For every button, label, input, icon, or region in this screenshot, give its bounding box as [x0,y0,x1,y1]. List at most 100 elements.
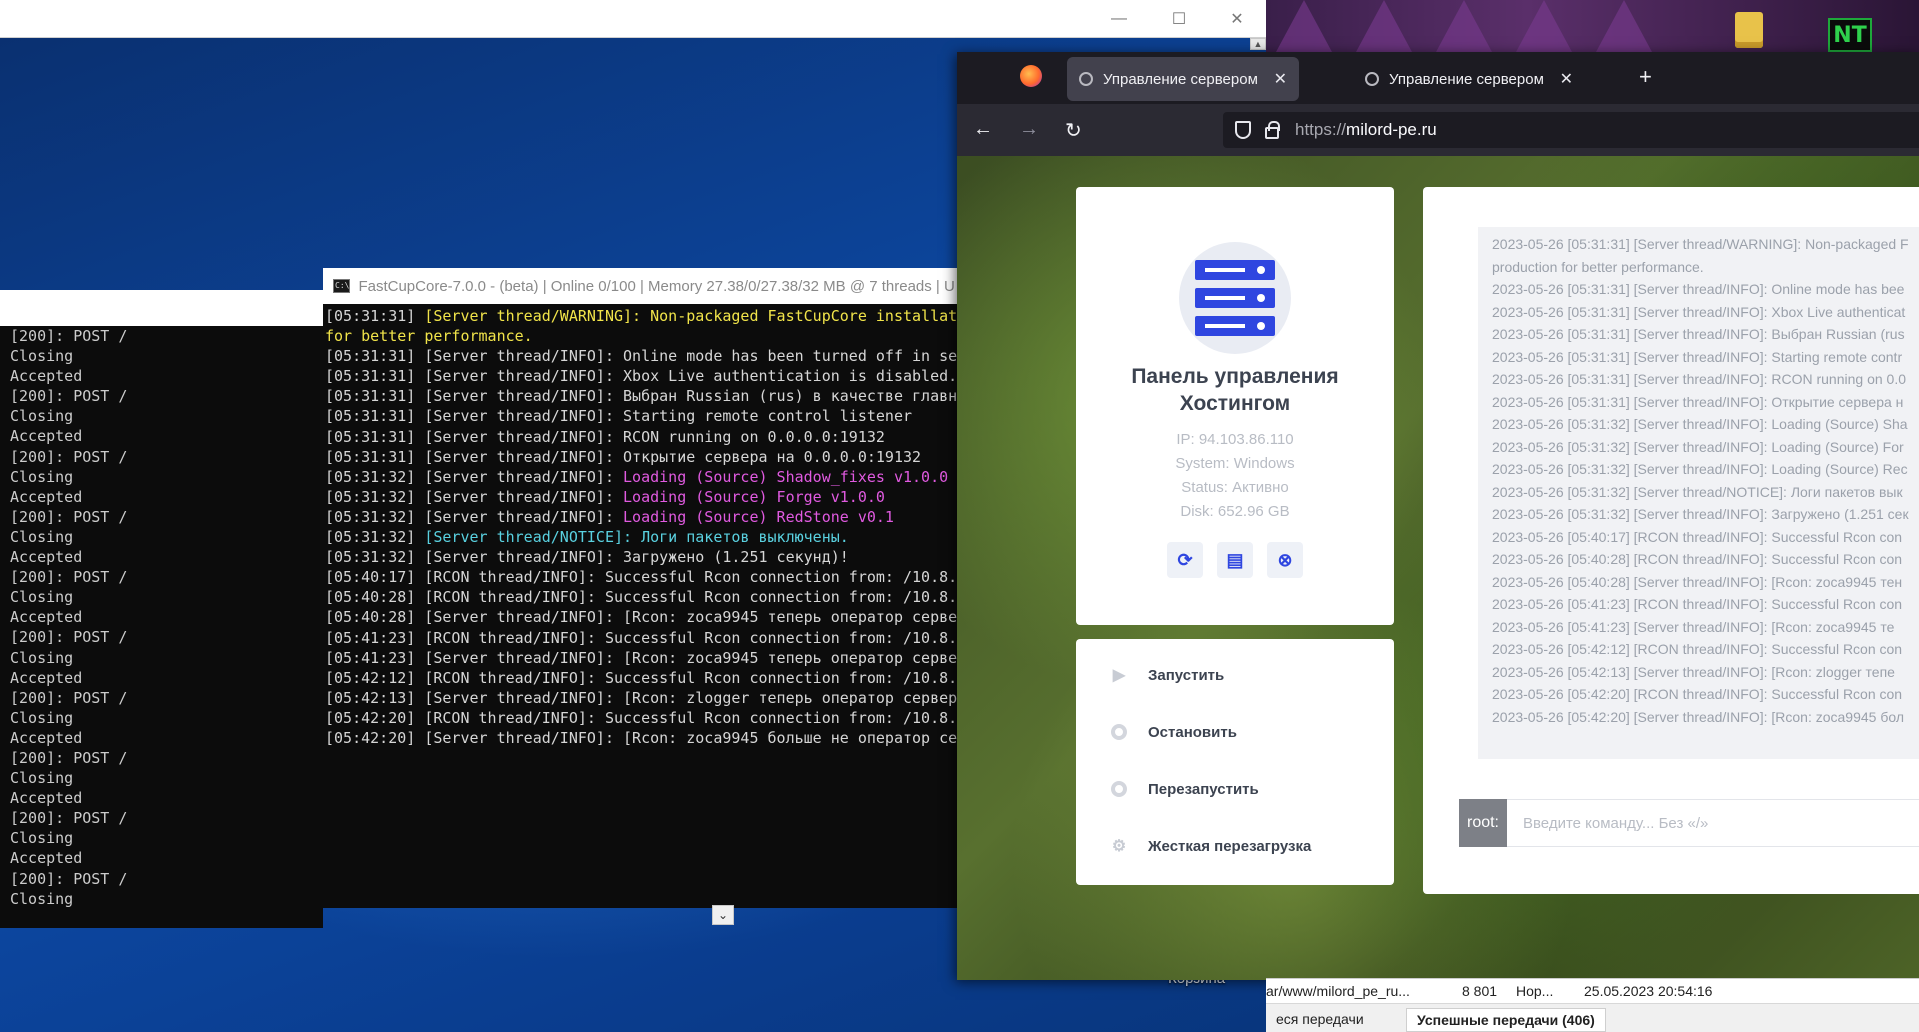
restart-button[interactable]: Перезапустить [1110,780,1259,798]
hard-reboot-label: Жесткая перезагрузка [1148,837,1312,855]
console-log-line: [05:31:31] [Server thread/WARNING]: Non-… [325,306,958,326]
tab-server-management[interactable]: Управление сервером ✕ [1353,57,1585,101]
wallpaper-triangle [1276,0,1332,52]
new-tab-icon[interactable]: + [1639,64,1652,90]
server-ip: IP: 94.103.86.110 [1176,431,1294,448]
log-message: [Server thread/INFO]: [Rcon: zoca9945 те… [424,648,958,667]
log-timestamp: [05:31:31] [325,347,425,366]
log-message: [Server thread/INFO]: [Rcon: zoca9945 те… [424,608,958,627]
back-arrow-icon[interactable]: ← [973,118,993,141]
command-input[interactable]: Введите команду... Без «/» [1507,799,1919,847]
wallpaper-triangle [1436,0,1492,52]
log-timestamp: [05:31:31] [325,447,425,466]
fastcupcore-titlebar[interactable]: C:\ FastCupCore-7.0.0 - (beta) | Online … [323,268,958,304]
console-log-line: [05:31:31] [Server thread/INFO]: Startin… [325,406,958,426]
log-message: [RCON thread/INFO]: Successful Rcon conn… [424,628,958,647]
log-message: [Server thread/INFO]: Выбран Russian (ru… [424,387,958,406]
server-status: Status: Активно [1181,479,1289,496]
stop-button[interactable]: Остановить [1110,723,1237,741]
close-tab-icon[interactable]: ✕ [1560,69,1573,89]
log-message: [Server thread/INFO]: Открытие сервера н… [424,447,922,466]
server-icon [1179,242,1291,354]
wallpaper-strip [1266,0,1919,52]
log-message: [RCON thread/INFO]: Successful Rcon conn… [424,668,958,687]
server-log-box[interactable]: 2023-05-26 [05:31:31] [Server thread/WAR… [1478,227,1919,759]
http-log-console: [200]: POST / Closing Accepted [200]: PO… [0,290,323,928]
reload-icon[interactable]: ↻ [1065,118,1082,143]
close-tab-icon[interactable]: ✕ [1274,69,1287,89]
log-message: [Server thread/INFO]: [424,507,624,526]
log-message: [Server thread/INFO]: Online mode has be… [424,347,958,366]
log-message: [RCON thread/INFO]: Successful Rcon conn… [424,708,958,727]
hard-reboot-button[interactable]: ⚙ Жесткая перезагрузка [1110,837,1312,856]
log-timestamp: [05:40:17] [325,568,425,587]
tab-successful-transfers[interactable]: Успешные передачи (406) [1406,1008,1606,1032]
close-button[interactable]: ✕ [1214,6,1260,32]
log-message: [RCON thread/INFO]: Successful Rcon conn… [424,568,958,587]
log-timestamp: [05:31:32] [325,487,425,506]
console-log-line: [05:40:28] [RCON thread/INFO]: Successfu… [325,587,958,607]
maximize-button[interactable]: ☐ [1156,6,1202,32]
close-circle-icon[interactable]: ⊗ [1267,542,1303,578]
play-icon: ▶ [1112,667,1126,684]
refresh-icon[interactable]: ⟳ [1167,542,1203,578]
console-log-line: [05:31:32] [Server thread/INFO]: Загруже… [325,547,958,567]
console-log-line: [05:31:31] [Server thread/INFO]: Выбран … [325,386,958,406]
navigation-toolbar: ← → ↻ https://milord-pe.ru [957,104,1919,156]
log-timestamp: [05:42:20] [325,728,425,747]
background-window-titlebar: — ☐ ✕ [0,0,1266,38]
scroll-up-arrow-icon[interactable]: ▲ [1250,38,1266,50]
log-message: [Server thread/INFO]: RCON running on 0.… [424,427,885,446]
shield-icon[interactable] [1235,121,1251,139]
url-scheme: https:// [1295,120,1347,139]
forward-arrow-icon[interactable]: → [1019,118,1039,141]
fastcupcore-console-window[interactable]: C:\ FastCupCore-7.0.0 - (beta) | Online … [323,268,958,908]
circle-icon [1110,723,1128,741]
log-timestamp: [05:31:31] [325,387,425,406]
server-info-card: Панель управления Хостингом IP: 94.103.8… [1076,187,1394,625]
console-log-line: [05:42:12] [RCON thread/INFO]: Successfu… [325,668,958,688]
start-label: Запустить [1148,666,1225,684]
log-timestamp: [05:31:31] [325,307,425,325]
minimize-button[interactable]: — [1096,6,1142,32]
tab-failed-transfers[interactable]: еся передачи [1266,1008,1374,1032]
log-highlight: Loading (Source) Shadow_fixes v1.0.0 [623,467,949,486]
start-button[interactable]: ▶ Запустить [1110,666,1225,685]
console-log-line: [05:31:31] [Server thread/INFO]: Online … [325,346,958,366]
log-message: [Server thread/NOTICE]: Логи пакетов вык… [424,528,849,547]
restart-label: Перезапустить [1148,780,1259,798]
tab-strip: Управление сервером ✕ Управление серверо… [957,52,1919,104]
server-system: System: Windows [1175,455,1295,472]
tab-server-management-active[interactable]: Управление сервером ✕ [1067,57,1299,101]
console-log-line: [05:42:20] [RCON thread/INFO]: Successfu… [325,708,958,728]
transfer-date: 25.05.2023 20:54:16 [1584,983,1713,999]
log-timestamp: [05:31:32] [325,507,425,526]
console-log-line: [05:40:17] [RCON thread/INFO]: Successfu… [325,567,958,587]
transfer-size: 8 801 [1462,983,1498,999]
server-rack-bar [1195,288,1275,308]
console-log-line: [05:40:28] [Server thread/INFO]: [Rcon: … [325,607,958,627]
log-timestamp: [05:42:13] [325,688,425,707]
log-timestamp: [05:31:32] [325,528,425,547]
url-text[interactable]: https://milord-pe.ru [1295,120,1437,140]
log-message: [Server thread/INFO]: Загружено (1.251 с… [424,548,849,567]
transfer-row[interactable]: ar/www/milord_pe_ru... 8 801 Нор... 25.0… [1266,981,1919,1003]
id-card-icon[interactable]: ▤ [1217,542,1253,578]
log-timestamp: [05:40:28] [325,588,425,607]
log-message: [Server thread/INFO]: [424,487,624,506]
scroll-down-arrow-icon[interactable]: ⌄ [712,905,734,925]
log-message: [Server thread/INFO]: [424,467,624,486]
console-log-line: [05:31:32] [Server thread/INFO]: Loading… [325,507,958,527]
log-timestamp: [05:31:32] [325,467,425,486]
console-log-line: [05:31:32] [Server thread/INFO]: Loading… [325,467,958,487]
transfer-type: Нор... [1516,983,1554,999]
address-bar[interactable]: https://milord-pe.ru [1223,112,1919,148]
globe-icon [1079,72,1093,86]
nt-app-icon[interactable]: NT [1828,18,1872,52]
firefox-logo-icon[interactable] [1020,65,1042,87]
console-log-line: [05:31:31] [Server thread/INFO]: Открыти… [325,447,958,467]
wallpaper-triangle [1356,0,1412,52]
folder-icon[interactable] [1735,12,1763,48]
lock-icon[interactable] [1265,120,1280,139]
log-message: [Server thread/INFO]: [Rcon: zlogger теп… [424,688,958,707]
